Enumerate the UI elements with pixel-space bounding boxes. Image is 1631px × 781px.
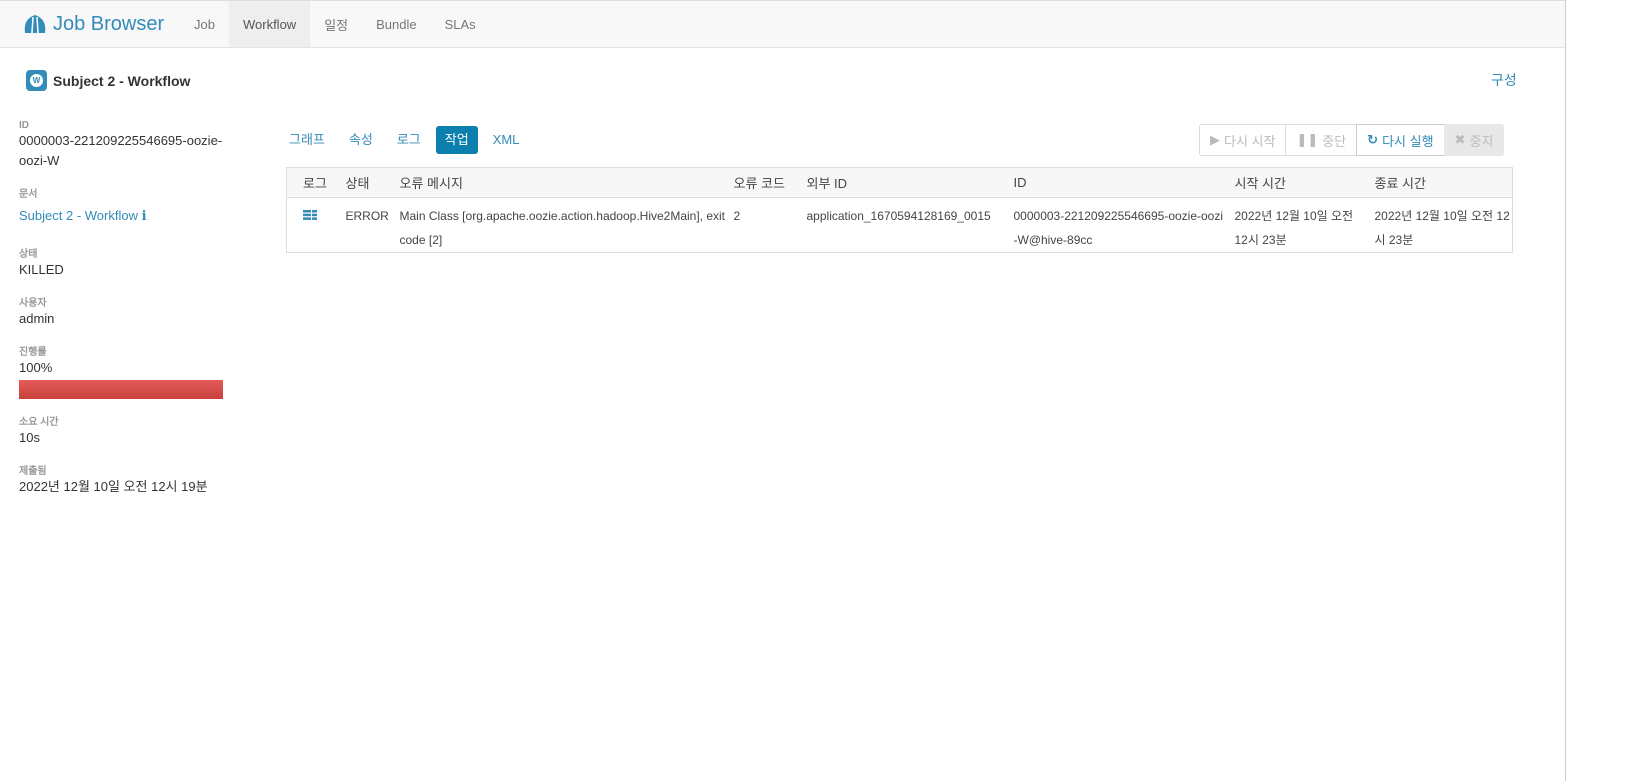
refresh-icon: ↻ — [1367, 132, 1379, 147]
col-end-time: 종료 시간 — [1366, 167, 1513, 198]
submitted-value: 2022년 12월 10일 오전 12시 19분 — [19, 479, 208, 494]
status-cell: ERROR — [345, 209, 389, 223]
end-time-cell: 2022년 12월 10일 오전 12시 23분 — [1374, 209, 1510, 247]
tab-logs[interactable]: 로그 — [388, 126, 430, 154]
log-cell[interactable] — [287, 198, 338, 253]
nav-workflow[interactable]: Workflow — [228, 1, 311, 47]
table-header: 로그 상태 오류 메시지 오류 코드 외부 ID ID 시작 시간 종료 시간 — [286, 167, 1513, 198]
progress-label: 진행률 — [19, 347, 47, 358]
col-error-message: 오류 메시지 — [391, 167, 726, 198]
close-icon: ✖ — [1454, 132, 1466, 147]
nav-slas[interactable]: SLAs — [431, 1, 490, 47]
tabs: 그래프 속성 로그 작업 XML — [280, 126, 534, 154]
brand[interactable]: Job Browser — [0, 1, 180, 47]
submitted-label: 제출됨 — [19, 466, 47, 477]
duration-label: 소요 시간 — [19, 417, 59, 428]
scrollbar[interactable] — [1565, 0, 1566, 781]
id-cell: 0000003-221209225546695-oozie-oozi-W@hiv… — [1013, 209, 1224, 247]
pause-icon: ❚❚ — [1296, 132, 1319, 147]
tab-actions[interactable]: 작업 — [435, 126, 478, 154]
user-value: admin — [19, 311, 55, 326]
col-status: 상태 — [337, 167, 392, 198]
rerun-button[interactable]: ↻ 다시 실행 — [1356, 124, 1445, 156]
status-value: KILLED — [19, 262, 64, 277]
table-row: ERROR Main Class [org.apache.oozie.actio… — [287, 198, 1513, 253]
doc-label: 문서 — [19, 189, 38, 200]
tab-properties[interactable]: 속성 — [340, 126, 382, 154]
page-title: W Subject 2 - Workflow — [26, 70, 190, 91]
brand-title: Job Browser — [53, 12, 165, 35]
id-label: ID — [19, 120, 29, 131]
play-icon: ▶ — [1210, 132, 1220, 147]
nav-bundle[interactable]: Bundle — [362, 1, 430, 47]
col-error-code: 오류 코드 — [725, 167, 799, 198]
start-time-cell: 2022년 12월 10일 오전 12시 23분 — [1234, 209, 1354, 247]
config-link[interactable]: 구성 — [1491, 70, 1517, 90]
doc-link-text[interactable]: Subject 2 - Workflow — [19, 208, 138, 223]
page-title-text: Subject 2 - Workflow — [53, 72, 191, 89]
duration-value: 10s — [19, 430, 40, 445]
col-start-time: 시작 시간 — [1226, 167, 1367, 198]
resume-button[interactable]: ▶ 다시 시작 — [1199, 124, 1287, 156]
info-icon: i — [141, 209, 147, 224]
id-value: 0000003-221209225546695-oozie-oozi-W — [19, 133, 223, 168]
kill-button[interactable]: ✖ 중지 — [1443, 124, 1505, 156]
status-label: 상태 — [19, 249, 38, 260]
col-log: 로그 — [286, 167, 338, 198]
user-label: 사용자 — [19, 298, 47, 309]
actions-table: 로그 상태 오류 메시지 오류 코드 외부 ID ID 시작 시간 종료 시간 … — [286, 167, 1513, 253]
suspend-button[interactable]: ❚❚ 중단 — [1285, 124, 1358, 156]
top-nav: Job Browser Job Workflow 일정 Bundle SLAs — [0, 0, 1565, 48]
external-id-cell[interactable]: application_1670594128169_0015 — [799, 198, 1006, 253]
nav-schedule[interactable]: 일정 — [310, 1, 362, 47]
progress-value: 100% — [19, 360, 53, 375]
action-buttons: ▶ 다시 시작 ❚❚ 중단 ↻ 다시 실행 ✖ 중지 — [1199, 124, 1505, 156]
col-id: ID — [1005, 167, 1227, 198]
log-icon[interactable] — [303, 210, 317, 220]
col-external-id: 외부 ID — [798, 167, 1006, 198]
workflow-icon: W — [26, 70, 47, 91]
doc-link[interactable]: Subject 2 - Workflow i — [19, 206, 224, 227]
tab-xml[interactable]: XML — [484, 126, 529, 154]
error-code-cell: 2 — [733, 209, 741, 223]
progress-bar — [19, 380, 223, 399]
sidebar: ID 0000003-221209225546695-oozie-oozi-W … — [19, 120, 224, 497]
nav-job[interactable]: Job — [180, 1, 229, 47]
error-message-cell: Main Class [org.apache.oozie.action.hado… — [399, 209, 726, 247]
tab-graph[interactable]: 그래프 — [280, 126, 334, 154]
hue-logo-icon — [24, 15, 46, 34]
